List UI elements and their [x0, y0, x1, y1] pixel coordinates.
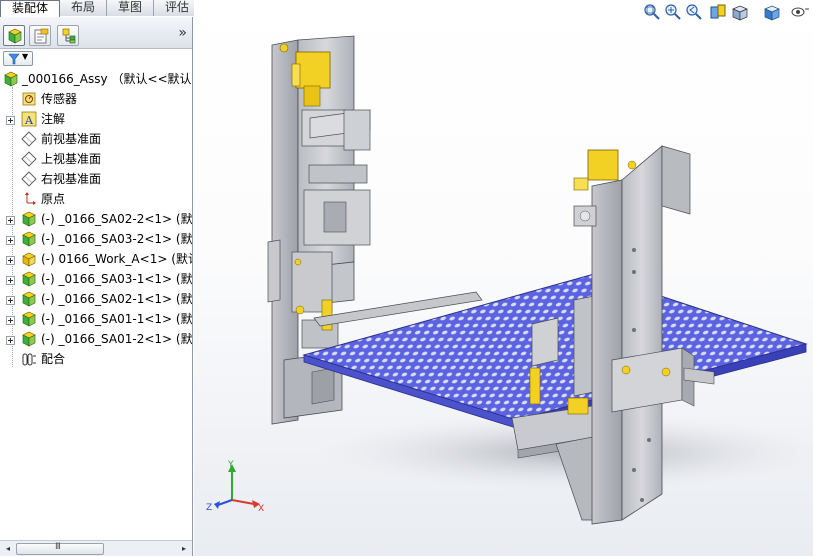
scroll-left-arrow-icon[interactable]: ◂ — [1, 543, 15, 555]
horizontal-scrollbar[interactable]: ◂ III ▸ — [0, 540, 192, 556]
svg-text:A: A — [24, 114, 34, 127]
scrollbar-thumb[interactable]: III — [16, 542, 104, 555]
tree-item-label: 原点 — [41, 192, 66, 206]
assembly-model — [267, 35, 813, 525]
property-manager-icon — [34, 28, 49, 44]
scrollbar-grip: III — [55, 542, 61, 552]
tree-item-label: (-) _0166_SA02-1<1> (默认 — [41, 292, 192, 306]
triad-x-axis — [231, 499, 255, 505]
tree-item[interactable]: 右视基准面 — [0, 169, 192, 189]
origin-icon — [21, 191, 37, 207]
triad-z-axis — [217, 499, 233, 506]
command-tab[interactable]: 草图 — [107, 0, 155, 16]
tree-item-label: (-) _0166_SA02-2<1> (默认 — [41, 212, 192, 226]
plane-icon — [21, 171, 37, 187]
tree-item[interactable]: 上视基准面 — [0, 149, 192, 169]
subassembly-icon — [21, 291, 37, 307]
configuration-manager-icon — [62, 28, 76, 44]
command-tab[interactable]: 布局 — [60, 0, 108, 16]
graphics-viewport[interactable]: Y X Z — [194, 0, 813, 556]
triad-x-label: X — [258, 504, 264, 514]
subassembly-icon — [21, 271, 37, 287]
tree-item[interactable]: (-) _0166_SA02-2<1> (默认 — [0, 209, 192, 229]
tree-item[interactable]: (-) _0166_SA03-2<1> (默认 — [0, 229, 192, 249]
part-icon — [21, 251, 37, 267]
tree-item-label: 传感器 — [41, 92, 78, 106]
tree-item-label: 右视基准面 — [41, 172, 102, 186]
coordinate-triad: Y X Z — [206, 460, 264, 514]
subassembly-icon — [21, 331, 37, 347]
tree-item-label: (-) _0166_SA01-1<1> (默认 — [41, 312, 192, 326]
expand-panel-button[interactable]: » — [178, 25, 187, 41]
tree-item-label: _000166_Assy （默认<<默认>_ — [22, 72, 192, 86]
triad-y-label: Y — [227, 460, 234, 470]
panel-tab-strip: » — [0, 17, 192, 49]
expand-toggle-icon[interactable] — [6, 216, 15, 225]
tree-item[interactable]: (-) _0166_SA01-1<1> (默认 — [0, 309, 192, 329]
expand-toggle-icon[interactable] — [6, 336, 15, 345]
subassembly-icon — [21, 231, 37, 247]
tree-item-label: 配合 — [41, 352, 66, 366]
tree-item[interactable]: 配合 — [0, 349, 192, 369]
tree-item[interactable]: 前视基准面 — [0, 129, 192, 149]
expand-toggle-icon[interactable] — [6, 256, 15, 265]
triad-z-label: Z — [206, 503, 212, 513]
expand-toggle-icon[interactable] — [6, 296, 15, 305]
tree-item-label: 前视基准面 — [41, 132, 102, 146]
feature-manager-tab[interactable] — [3, 25, 25, 46]
tree-item[interactable]: (-) _0166_SA01-2<1> (默认 — [0, 329, 192, 349]
configuration-manager-tab[interactable] — [57, 25, 79, 46]
chevron-down-icon: ▼ — [22, 52, 29, 61]
annotation-icon: A — [21, 111, 37, 127]
property-manager-tab[interactable] — [29, 25, 51, 46]
tree-item[interactable]: (-) 0166_Work_A<1> (默认 — [0, 249, 192, 269]
subassembly-icon — [21, 311, 37, 327]
solidworks-window: 装配体布局草图评估办公室产品 — [0, 0, 813, 556]
expand-toggle-icon[interactable] — [6, 236, 15, 245]
tree-item-label: 注解 — [41, 112, 66, 126]
filter-row: ▼ — [0, 50, 192, 67]
feature-manager-icon — [8, 28, 22, 44]
plane-icon — [21, 131, 37, 147]
tree-item-label: 上视基准面 — [41, 152, 102, 166]
mates-icon — [21, 351, 37, 367]
filter-button[interactable]: ▼ — [3, 51, 33, 66]
scroll-right-arrow-icon[interactable]: ▸ — [177, 543, 191, 555]
tree-root-item[interactable]: _000166_Assy （默认<<默认>_ — [0, 69, 192, 89]
tree-item[interactable]: (-) _0166_SA02-1<1> (默认 — [0, 289, 192, 309]
expand-toggle-icon[interactable] — [6, 116, 15, 125]
tree-item-label: (-) _0166_SA01-2<1> (默认 — [41, 332, 192, 346]
expand-toggle-icon[interactable] — [6, 316, 15, 325]
tree-item[interactable]: (-) _0166_SA03-1<1> (默认 — [0, 269, 192, 289]
filter-icon — [8, 53, 20, 65]
tree-item-label: (-) _0166_SA03-1<1> (默认 — [41, 272, 192, 286]
tree-item-label: (-) _0166_SA03-2<1> (默认 — [41, 232, 192, 246]
subassembly-icon — [21, 211, 37, 227]
tree-item[interactable]: 传感器 — [0, 89, 192, 109]
tree-item[interactable]: 原点 — [0, 189, 192, 209]
tree-item[interactable]: A 注解 — [0, 109, 192, 129]
tree-item-label: (-) 0166_Work_A<1> (默认 — [41, 252, 192, 266]
sensor-icon — [21, 91, 37, 107]
assembly-root-icon — [3, 71, 19, 87]
command-tab[interactable]: 装配体 — [0, 0, 61, 17]
feature-manager-panel: » ▼ _000166_Assy （默认<<默认>_ 传感器 A 注解前视基准面上视基… — [0, 17, 193, 556]
plane-icon — [21, 151, 37, 167]
expand-toggle-icon[interactable] — [6, 276, 15, 285]
